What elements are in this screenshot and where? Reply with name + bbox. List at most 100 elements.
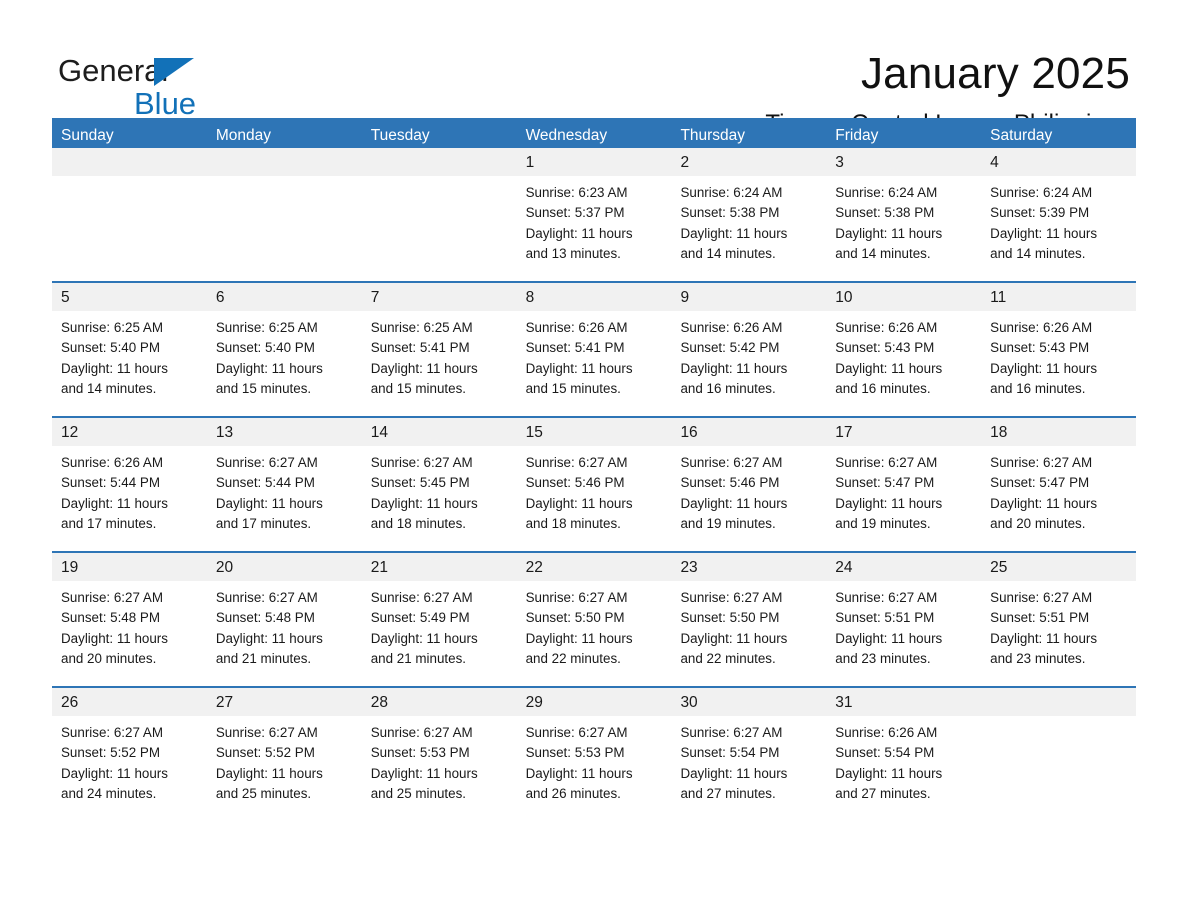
calendar-day-cell[interactable]: 7 Sunrise: 6:25 AM Sunset: 5:41 PM Daylight…	[361, 283, 517, 416]
day-sun-info: Sunrise: 6:26 AM Sunset: 5:44 PM Daylight:…	[52, 446, 207, 534]
daylight-duration-line2: and 15 minutes.	[370, 380, 467, 396]
calendar-day-cell[interactable]: 31 Sunrise: 6:26 AM Sunset: 5:54 PM Dayligh…	[826, 688, 982, 821]
sunset-time: Sunset: 5:37 PM	[525, 205, 625, 221]
daylight-duration-line2: and 26 minutes.	[525, 785, 621, 801]
daylight-duration-line1: Daylight: 11 hours	[61, 495, 168, 511]
calendar-day-cell[interactable]: 17 Sunrise: 6:27 AM Sunset: 5:47 PM Dayligh…	[826, 418, 982, 551]
day-sun-info: Sunrise: 6:27 AM Sunset: 5:51 PM Daylight:…	[981, 581, 1136, 669]
day-number: 14	[361, 418, 517, 446]
daylight-duration-line2: and 24 minutes.	[61, 785, 157, 801]
calendar-day-cell[interactable]: 16 Sunrise: 6:27 AM Sunset: 5:46 PM Dayligh…	[671, 418, 827, 551]
calendar-week-row: 12 Sunrise: 6:26 AM Sunset: 5:44 PM Dayligh…	[52, 416, 1137, 551]
daylight-duration-line2: and 21 minutes.	[370, 650, 467, 666]
calendar-day-cell[interactable]: 9 Sunrise: 6:26 AM Sunset: 5:42 PM Daylight…	[671, 283, 827, 416]
calendar-day-cell[interactable]: 19 Sunrise: 6:27 AM Sunset: 5:48 PM Dayligh…	[52, 553, 207, 686]
calendar-day-cell[interactable]: 5 Sunrise: 6:25 AM Sunset: 5:40 PM Daylight…	[52, 283, 207, 416]
daylight-duration-line1: Daylight: 11 hours	[680, 630, 788, 646]
day-number: 19	[52, 553, 207, 581]
calendar-day-cell[interactable]: 30 Sunrise: 6:27 AM Sunset: 5:54 PM Dayligh…	[671, 688, 827, 821]
daylight-duration-line1: Daylight: 11 hours	[215, 495, 323, 511]
calendar-day-cell[interactable]: 24 Sunrise: 6:27 AM Sunset: 5:51 PM Dayligh…	[826, 553, 982, 686]
daylight-duration-line1: Daylight: 11 hours	[370, 765, 478, 781]
general-blue-logo[interactable]: General Blue	[58, 46, 218, 124]
sunset-time: Sunset: 5:48 PM	[215, 610, 315, 626]
calendar-day-cell[interactable]: 22 Sunrise: 6:27 AM Sunset: 5:50 PM Dayligh…	[516, 553, 672, 686]
daylight-duration-line2: and 14 minutes.	[990, 245, 1086, 261]
sunset-time: Sunset: 5:50 PM	[525, 610, 625, 626]
daylight-duration-line1: Daylight: 11 hours	[525, 225, 633, 241]
sunset-time: Sunset: 5:54 PM	[680, 745, 780, 761]
calendar-day-cell[interactable]: 26 Sunrise: 6:27 AM Sunset: 5:52 PM Dayligh…	[52, 688, 207, 821]
calendar-day-cell[interactable]: 12 Sunrise: 6:26 AM Sunset: 5:44 PM Dayligh…	[52, 418, 207, 551]
day-sun-info: Sunrise: 6:24 AM Sunset: 5:39 PM Daylight:…	[981, 176, 1136, 264]
daylight-duration-line1: Daylight: 11 hours	[370, 630, 478, 646]
daylight-duration-line1: Daylight: 11 hours	[370, 495, 478, 511]
daylight-duration-line1: Daylight: 11 hours	[835, 495, 943, 511]
calendar-day-cell[interactable]: 27 Sunrise: 6:27 AM Sunset: 5:52 PM Dayligh…	[206, 688, 362, 821]
calendar-day-cell[interactable]: 1 Sunrise: 6:23 AM Sunset: 5:37 PM Daylight…	[516, 148, 672, 281]
calendar-page: General Blue January 2025 Tinang, Centra…	[0, 0, 1188, 918]
calendar-day-cell[interactable]: 23 Sunrise: 6:27 AM Sunset: 5:50 PM Dayligh…	[671, 553, 827, 686]
sunrise-time: Sunrise: 6:23 AM	[525, 185, 628, 200]
sunrise-time: Sunrise: 6:24 AM	[680, 185, 783, 200]
sunrise-time: Sunrise: 6:27 AM	[525, 725, 628, 740]
sunrise-time: Sunrise: 6:27 AM	[215, 590, 318, 605]
daylight-duration-line2: and 19 minutes.	[835, 515, 931, 531]
sunrise-time: Sunrise: 6:27 AM	[990, 590, 1093, 605]
calendar-day-cell[interactable]: 15 Sunrise: 6:27 AM Sunset: 5:46 PM Dayligh…	[516, 418, 672, 551]
calendar-day-cell[interactable]: 6 Sunrise: 6:25 AM Sunset: 5:40 PM Daylight…	[206, 283, 362, 416]
weekday-header-friday: Friday	[826, 118, 982, 148]
calendar-day-cell[interactable]: 8 Sunrise: 6:26 AM Sunset: 5:41 PM Daylight…	[516, 283, 672, 416]
daylight-duration-line2: and 25 minutes.	[215, 785, 312, 801]
calendar-day-cell[interactable]: 13 Sunrise: 6:27 AM Sunset: 5:44 PM Dayligh…	[206, 418, 362, 551]
calendar-day-cell[interactable]: 4 Sunrise: 6:24 AM Sunset: 5:39 PM Daylight…	[981, 148, 1137, 281]
day-sun-info: Sunrise: 6:27 AM Sunset: 5:49 PM Daylight:…	[362, 581, 517, 669]
day-sun-info: Sunrise: 6:25 AM Sunset: 5:40 PM Daylight:…	[52, 311, 207, 399]
calendar-day-cell-empty	[981, 688, 1137, 821]
calendar-day-cell[interactable]: 10 Sunrise: 6:26 AM Sunset: 5:43 PM Dayligh…	[826, 283, 982, 416]
calendar-day-cell[interactable]: 2 Sunrise: 6:24 AM Sunset: 5:38 PM Daylight…	[671, 148, 827, 281]
sunset-time: Sunset: 5:40 PM	[61, 340, 160, 356]
daylight-duration-line1: Daylight: 11 hours	[835, 225, 943, 241]
day-number: 11	[981, 283, 1137, 311]
sunset-time: Sunset: 5:39 PM	[990, 205, 1090, 221]
day-sun-info: Sunrise: 6:26 AM Sunset: 5:43 PM Daylight:…	[981, 311, 1136, 399]
calendar-day-cell[interactable]: 21 Sunrise: 6:27 AM Sunset: 5:49 PM Dayligh…	[361, 553, 517, 686]
day-sun-info: Sunrise: 6:27 AM Sunset: 5:48 PM Daylight:…	[207, 581, 362, 669]
calendar-day-cell[interactable]: 11 Sunrise: 6:26 AM Sunset: 5:43 PM Dayligh…	[981, 283, 1137, 416]
day-number: 6	[206, 283, 362, 311]
sunrise-time: Sunrise: 6:27 AM	[525, 590, 628, 605]
daylight-duration-line2: and 22 minutes.	[680, 650, 776, 666]
calendar-day-cell[interactable]: 18 Sunrise: 6:27 AM Sunset: 5:47 PM Dayligh…	[981, 418, 1137, 551]
daylight-duration-line2: and 14 minutes.	[680, 245, 776, 261]
sunrise-time: Sunrise: 6:26 AM	[680, 320, 783, 335]
day-number: 20	[206, 553, 362, 581]
day-sun-info: Sunrise: 6:27 AM Sunset: 5:53 PM Daylight:…	[362, 716, 517, 804]
sunrise-time: Sunrise: 6:27 AM	[61, 725, 163, 740]
day-sun-info: Sunrise: 6:23 AM Sunset: 5:37 PM Daylight:…	[517, 176, 672, 264]
weekday-header-monday: Monday	[206, 118, 362, 148]
calendar-day-cell[interactable]: 28 Sunrise: 6:27 AM Sunset: 5:53 PM Dayligh…	[361, 688, 517, 821]
day-number	[981, 688, 1137, 716]
day-number	[52, 148, 207, 176]
calendar-day-cell[interactable]: 20 Sunrise: 6:27 AM Sunset: 5:48 PM Dayligh…	[206, 553, 362, 686]
daylight-duration-line1: Daylight: 11 hours	[835, 765, 943, 781]
sunrise-time: Sunrise: 6:25 AM	[370, 320, 473, 335]
weekday-header-wednesday: Wednesday	[516, 118, 672, 148]
calendar-day-cell[interactable]: 14 Sunrise: 6:27 AM Sunset: 5:45 PM Dayligh…	[361, 418, 517, 551]
calendar-day-cell-empty	[206, 148, 362, 281]
calendar-day-cell[interactable]: 3 Sunrise: 6:24 AM Sunset: 5:38 PM Daylight…	[826, 148, 982, 281]
calendar-day-cell[interactable]: 29 Sunrise: 6:27 AM Sunset: 5:53 PM Dayligh…	[516, 688, 672, 821]
sunset-time: Sunset: 5:38 PM	[680, 205, 780, 221]
daylight-duration-line1: Daylight: 11 hours	[680, 360, 788, 376]
calendar-day-cell[interactable]: 25 Sunrise: 6:27 AM Sunset: 5:51 PM Dayligh…	[981, 553, 1137, 686]
daylight-duration-line2: and 14 minutes.	[835, 245, 931, 261]
sunset-time: Sunset: 5:47 PM	[990, 475, 1090, 491]
page-header: General Blue January 2025 Tinang, Centra…	[0, 0, 1188, 137]
sunset-time: Sunset: 5:51 PM	[835, 610, 935, 626]
sunrise-time: Sunrise: 6:26 AM	[61, 455, 163, 470]
day-number: 3	[826, 148, 982, 176]
day-sun-info: Sunrise: 6:27 AM Sunset: 5:46 PM Daylight:…	[517, 446, 672, 534]
calendar-day-cell-empty	[52, 148, 207, 281]
daylight-duration-line2: and 23 minutes.	[835, 650, 931, 666]
